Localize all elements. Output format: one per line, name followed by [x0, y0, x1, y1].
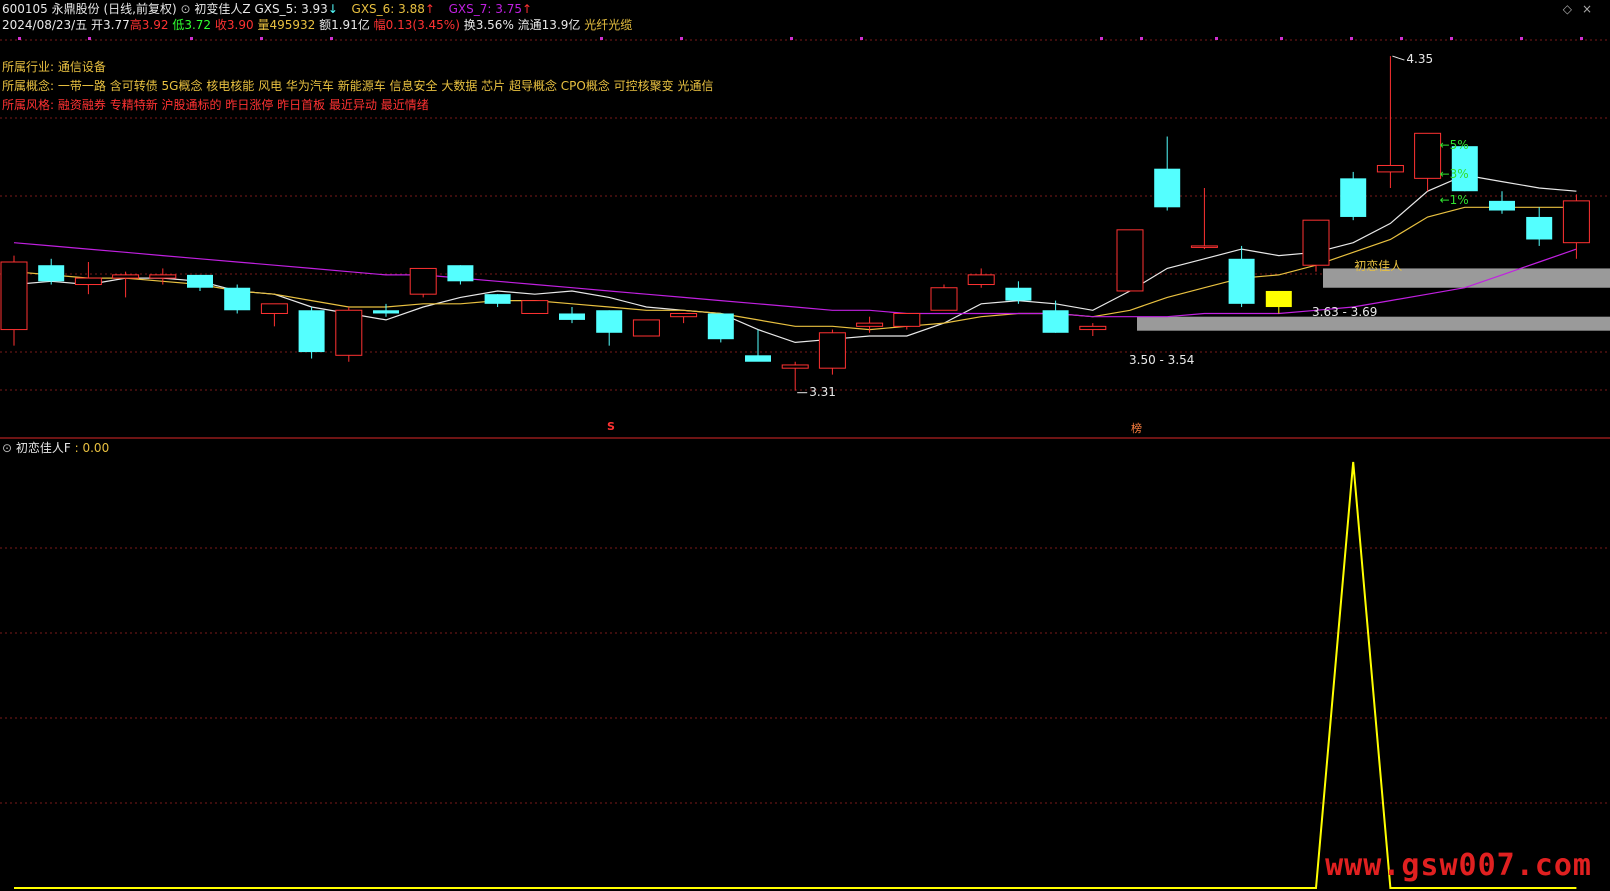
candle-body-up	[521, 300, 549, 314]
top-marker-dot	[190, 37, 193, 40]
candle-body-up	[781, 364, 809, 369]
support-zones	[1137, 268, 1610, 331]
pct3-label: ←3%	[1439, 167, 1469, 182]
signal-line	[14, 461, 1577, 889]
candle-body-up	[1190, 245, 1218, 248]
candle-body-up	[149, 274, 177, 279]
candle-body-up	[260, 303, 288, 314]
candle-body-up	[856, 322, 884, 327]
candle-body-down	[559, 313, 585, 320]
candle-body-down	[1228, 258, 1255, 304]
candle-body-up	[632, 319, 660, 337]
low-price-label: 3.31	[809, 384, 836, 399]
top-marker-dot	[680, 37, 683, 40]
candle-body-up	[670, 312, 698, 318]
top-marker-dot	[1580, 37, 1583, 40]
top-marker-dot	[1350, 37, 1353, 40]
top-marker-dot	[88, 37, 91, 40]
candle-body-down	[1265, 290, 1292, 308]
top-marker-dot	[600, 37, 603, 40]
candle-body-down	[745, 355, 771, 362]
zone-lower-label: 3.50 - 3.54	[1129, 353, 1195, 367]
candlestick-chart[interactable]	[0, 0, 1610, 891]
top-marker-dot	[790, 37, 793, 40]
candle-body-down	[298, 310, 325, 353]
grid-layer	[0, 37, 1610, 804]
candle-body-up	[74, 277, 102, 286]
candle-body-up	[967, 274, 995, 286]
candle-body-up	[1414, 132, 1442, 179]
signal-label: 初恋佳人	[1354, 259, 1403, 273]
top-marker-dot	[1450, 37, 1453, 40]
top-marker-dot	[1400, 37, 1403, 40]
high-pointer	[1392, 55, 1405, 61]
candle-body-down	[1042, 310, 1069, 333]
candle-body-up	[409, 267, 437, 295]
top-marker-dot	[1140, 37, 1143, 40]
top-marker-dot	[18, 37, 21, 40]
candle-body-down	[38, 265, 65, 282]
candle-body-up	[893, 312, 921, 327]
candle-body-down	[707, 313, 734, 340]
bang-marker[interactable]: 榜	[1131, 420, 1142, 436]
candle-body-up	[112, 274, 140, 279]
pct1-label: ←1%	[1439, 192, 1469, 207]
watermark-text: www.gsw007.com	[1325, 848, 1592, 883]
top-marker-dot	[860, 37, 863, 40]
candle-body-up	[1376, 164, 1404, 173]
candle-body-down	[187, 274, 213, 288]
candle-body-down	[373, 310, 399, 314]
candle-body-down	[596, 310, 623, 333]
candle-body-up	[1562, 200, 1590, 244]
pct5-label: ←5%	[1439, 138, 1469, 153]
candle-body-up	[1079, 325, 1107, 331]
candle-body-up	[1302, 219, 1330, 266]
candle-body-down	[1005, 287, 1032, 301]
candle-body-down	[224, 287, 251, 311]
top-marker-dot	[1100, 37, 1103, 40]
candles	[0, 56, 1590, 391]
high-price-label: 4.35	[1406, 52, 1434, 67]
zone-upper-label: 3.63 - 3.69	[1312, 305, 1378, 319]
candle-body-down	[1526, 216, 1553, 240]
top-marker-dot	[1520, 37, 1523, 40]
sub-indicator	[14, 461, 1577, 889]
candle-body-up	[0, 261, 28, 331]
candle-body-down	[1489, 200, 1515, 211]
top-marker-dot	[260, 37, 263, 40]
candle-body-down	[447, 265, 474, 282]
candle-body-up	[930, 287, 958, 311]
candle-body-down	[1340, 178, 1367, 217]
top-marker-dot	[1215, 37, 1218, 40]
s-marker[interactable]: S	[607, 420, 615, 433]
candle-body-down	[484, 294, 511, 304]
candle-body-up	[818, 332, 846, 369]
candle-body-up	[1116, 229, 1144, 292]
top-marker-dot	[330, 37, 333, 40]
candle-body-up	[335, 309, 363, 356]
top-marker-dot	[1280, 37, 1283, 40]
candle-body-down	[1154, 168, 1181, 208]
